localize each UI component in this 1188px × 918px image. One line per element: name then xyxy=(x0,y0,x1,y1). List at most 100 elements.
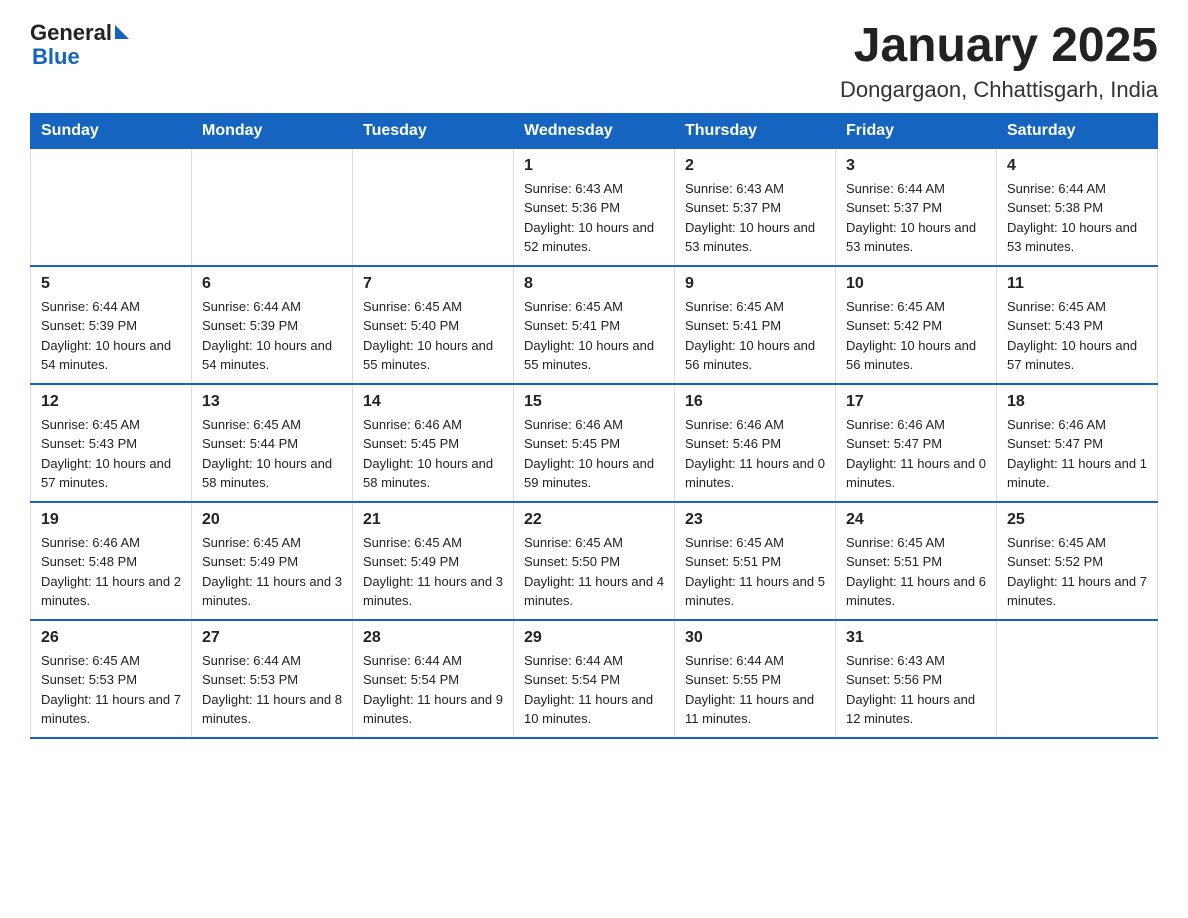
calendar-cell xyxy=(31,148,192,266)
day-info: Sunrise: 6:45 AMSunset: 5:51 PMDaylight:… xyxy=(846,533,986,611)
day-number: 24 xyxy=(846,511,986,529)
title-block: January 2025 Dongargaon, Chhattisgarh, I… xyxy=(840,20,1158,103)
day-info: Sunrise: 6:45 AMSunset: 5:50 PMDaylight:… xyxy=(524,533,664,611)
day-info: Sunrise: 6:44 AMSunset: 5:53 PMDaylight:… xyxy=(202,651,342,729)
calendar-cell: 19 Sunrise: 6:46 AMSunset: 5:48 PMDayligh… xyxy=(31,502,192,620)
calendar-week-row: 19 Sunrise: 6:46 AMSunset: 5:48 PMDayligh… xyxy=(31,502,1158,620)
day-number: 8 xyxy=(524,275,664,293)
day-number: 6 xyxy=(202,275,342,293)
day-info: Sunrise: 6:46 AMSunset: 5:46 PMDaylight:… xyxy=(685,415,825,493)
calendar-cell: 30Sunrise: 6:44 AMSunset: 5:55 PMDayligh… xyxy=(675,620,836,738)
day-number: 18 xyxy=(1007,393,1147,411)
day-info: Sunrise: 6:45 AMSunset: 5:52 PMDaylight:… xyxy=(1007,533,1147,611)
day-info: Sunrise: 6:44 AMSunset: 5:54 PMDaylight:… xyxy=(524,651,664,729)
calendar-cell: 22 Sunrise: 6:45 AMSunset: 5:50 PMDayligh… xyxy=(514,502,675,620)
day-number: 23 xyxy=(685,511,825,529)
calendar-cell: 5 Sunrise: 6:44 AMSunset: 5:39 PMDaylight… xyxy=(31,266,192,384)
day-info: Sunrise: 6:44 AMSunset: 5:54 PMDaylight:… xyxy=(363,651,503,729)
day-number: 1 xyxy=(524,157,664,175)
calendar-cell: 12Sunrise: 6:45 AMSunset: 5:43 PMDayligh… xyxy=(31,384,192,502)
day-info: Sunrise: 6:45 AMSunset: 5:41 PMDaylight:… xyxy=(685,297,825,375)
weekday-header-saturday: Saturday xyxy=(997,113,1158,148)
day-info: Sunrise: 6:43 AMSunset: 5:36 PMDaylight:… xyxy=(524,179,664,257)
day-info: Sunrise: 6:45 AMSunset: 5:44 PMDaylight:… xyxy=(202,415,342,493)
calendar-cell: 14 Sunrise: 6:46 AMSunset: 5:45 PMDayligh… xyxy=(353,384,514,502)
day-number: 10 xyxy=(846,275,986,293)
day-number: 16 xyxy=(685,393,825,411)
day-number: 27 xyxy=(202,629,342,647)
day-info: Sunrise: 6:46 AMSunset: 5:48 PMDaylight:… xyxy=(41,533,181,611)
calendar-cell: 15 Sunrise: 6:46 AMSunset: 5:45 PMDayligh… xyxy=(514,384,675,502)
calendar-cell xyxy=(997,620,1158,738)
calendar-week-row: 5 Sunrise: 6:44 AMSunset: 5:39 PMDaylight… xyxy=(31,266,1158,384)
day-number: 2 xyxy=(685,157,825,175)
calendar-cell: 27 Sunrise: 6:44 AMSunset: 5:53 PMDayligh… xyxy=(192,620,353,738)
calendar-cell: 28Sunrise: 6:44 AMSunset: 5:54 PMDayligh… xyxy=(353,620,514,738)
calendar-cell: 23 Sunrise: 6:45 AMSunset: 5:51 PMDayligh… xyxy=(675,502,836,620)
calendar-cell: 31 Sunrise: 6:43 AMSunset: 5:56 PMDayligh… xyxy=(836,620,997,738)
calendar-table: SundayMondayTuesdayWednesdayThursdayFrid… xyxy=(30,113,1158,739)
day-number: 22 xyxy=(524,511,664,529)
day-info: Sunrise: 6:44 AMSunset: 5:39 PMDaylight:… xyxy=(41,297,181,375)
calendar-cell: 11 Sunrise: 6:45 AMSunset: 5:43 PMDayligh… xyxy=(997,266,1158,384)
day-info: Sunrise: 6:45 AMSunset: 5:43 PMDaylight:… xyxy=(41,415,181,493)
day-number: 31 xyxy=(846,629,986,647)
logo-general-text: General xyxy=(30,20,112,46)
day-info: Sunrise: 6:46 AMSunset: 5:45 PMDaylight:… xyxy=(363,415,503,493)
calendar-week-row: 26 Sunrise: 6:45 AMSunset: 5:53 PMDayligh… xyxy=(31,620,1158,738)
page-header: General Blue January 2025 Dongargaon, Ch… xyxy=(30,20,1158,103)
calendar-cell: 2 Sunrise: 6:43 AMSunset: 5:37 PMDaylight… xyxy=(675,148,836,266)
weekday-header-friday: Friday xyxy=(836,113,997,148)
weekday-header-sunday: Sunday xyxy=(31,113,192,148)
logo: General Blue xyxy=(30,20,129,68)
day-number: 11 xyxy=(1007,275,1147,293)
calendar-cell: 13 Sunrise: 6:45 AMSunset: 5:44 PMDayligh… xyxy=(192,384,353,502)
day-info: Sunrise: 6:46 AMSunset: 5:47 PMDaylight:… xyxy=(846,415,986,493)
day-info: Sunrise: 6:44 AMSunset: 5:38 PMDaylight:… xyxy=(1007,179,1147,257)
calendar-cell: 7Sunrise: 6:45 AMSunset: 5:40 PMDaylight… xyxy=(353,266,514,384)
calendar-cell: 29 Sunrise: 6:44 AMSunset: 5:54 PMDayligh… xyxy=(514,620,675,738)
day-info: Sunrise: 6:43 AMSunset: 5:56 PMDaylight:… xyxy=(846,651,986,729)
calendar-cell xyxy=(192,148,353,266)
calendar-cell: 24 Sunrise: 6:45 AMSunset: 5:51 PMDayligh… xyxy=(836,502,997,620)
day-number: 5 xyxy=(41,275,181,293)
calendar-cell: 25 Sunrise: 6:45 AMSunset: 5:52 PMDayligh… xyxy=(997,502,1158,620)
calendar-week-row: 12Sunrise: 6:45 AMSunset: 5:43 PMDayligh… xyxy=(31,384,1158,502)
day-info: Sunrise: 6:43 AMSunset: 5:37 PMDaylight:… xyxy=(685,179,825,257)
day-info: Sunrise: 6:44 AMSunset: 5:55 PMDaylight:… xyxy=(685,651,825,729)
weekday-header-monday: Monday xyxy=(192,113,353,148)
day-number: 7 xyxy=(363,275,503,293)
day-number: 26 xyxy=(41,629,181,647)
day-info: Sunrise: 6:46 AMSunset: 5:47 PMDaylight:… xyxy=(1007,415,1147,493)
day-info: Sunrise: 6:45 AMSunset: 5:51 PMDaylight:… xyxy=(685,533,825,611)
calendar-cell: 18 Sunrise: 6:46 AMSunset: 5:47 PMDayligh… xyxy=(997,384,1158,502)
day-number: 21 xyxy=(363,511,503,529)
logo-arrow-icon xyxy=(115,25,129,39)
day-number: 25 xyxy=(1007,511,1147,529)
calendar-week-row: 1 Sunrise: 6:43 AMSunset: 5:36 PMDaylight… xyxy=(31,148,1158,266)
calendar-cell: 8Sunrise: 6:45 AMSunset: 5:41 PMDaylight… xyxy=(514,266,675,384)
day-number: 17 xyxy=(846,393,986,411)
weekday-header-thursday: Thursday xyxy=(675,113,836,148)
day-info: Sunrise: 6:46 AMSunset: 5:45 PMDaylight:… xyxy=(524,415,664,493)
day-info: Sunrise: 6:45 AMSunset: 5:43 PMDaylight:… xyxy=(1007,297,1147,375)
day-info: Sunrise: 6:45 AMSunset: 5:53 PMDaylight:… xyxy=(41,651,181,729)
day-number: 15 xyxy=(524,393,664,411)
day-number: 13 xyxy=(202,393,342,411)
day-number: 19 xyxy=(41,511,181,529)
calendar-cell: 10Sunrise: 6:45 AMSunset: 5:42 PMDayligh… xyxy=(836,266,997,384)
day-info: Sunrise: 6:45 AMSunset: 5:49 PMDaylight:… xyxy=(363,533,503,611)
calendar-cell: 21 Sunrise: 6:45 AMSunset: 5:49 PMDayligh… xyxy=(353,502,514,620)
weekday-header-tuesday: Tuesday xyxy=(353,113,514,148)
day-number: 29 xyxy=(524,629,664,647)
calendar-cell: 1 Sunrise: 6:43 AMSunset: 5:36 PMDaylight… xyxy=(514,148,675,266)
calendar-subtitle: Dongargaon, Chhattisgarh, India xyxy=(840,77,1158,103)
day-number: 3 xyxy=(846,157,986,175)
day-info: Sunrise: 6:44 AMSunset: 5:37 PMDaylight:… xyxy=(846,179,986,257)
calendar-cell: 20Sunrise: 6:45 AMSunset: 5:49 PMDayligh… xyxy=(192,502,353,620)
weekday-header-wednesday: Wednesday xyxy=(514,113,675,148)
calendar-title: January 2025 xyxy=(840,20,1158,73)
calendar-cell: 17 Sunrise: 6:46 AMSunset: 5:47 PMDayligh… xyxy=(836,384,997,502)
day-number: 14 xyxy=(363,393,503,411)
calendar-cell: 4Sunrise: 6:44 AMSunset: 5:38 PMDaylight… xyxy=(997,148,1158,266)
